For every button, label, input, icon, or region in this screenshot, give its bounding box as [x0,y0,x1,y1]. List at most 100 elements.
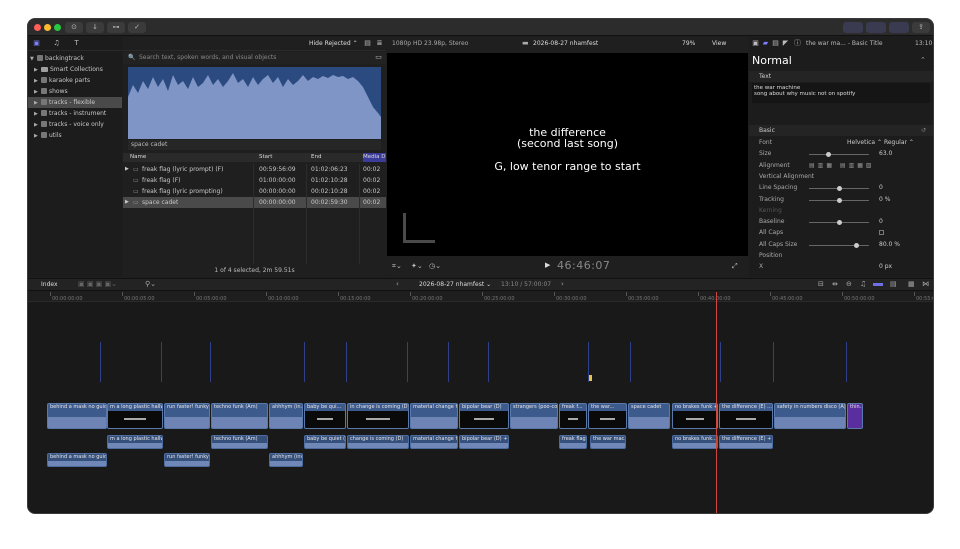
disclosure-closed-icon[interactable]: ▶ [34,98,41,108]
param-value[interactable]: 63.0 [879,150,892,157]
slider-knob[interactable] [825,152,831,158]
effects-browser-icon[interactable]: ▦ [908,280,915,288]
column-media[interactable]: Media D [363,153,386,162]
primary-clip[interactable]: m a long plastic hallw... [107,403,163,429]
primary-clip[interactable]: techno funk (Am) [211,403,268,429]
param-slider[interactable] [809,186,869,192]
disclosure-closed-icon[interactable]: ▶ [34,131,41,141]
slider-knob[interactable] [837,186,842,192]
transitions-browser-icon[interactable]: ⋈ [922,280,929,288]
library-item[interactable]: ▶ karaoke parts [28,75,122,86]
video-inspector-icon[interactable]: ▣ [752,40,759,47]
clip-row[interactable]: ▶ freak flag (lyric prompt) (F) 00:59:56:0… [123,164,386,175]
inspector-toggle-icon[interactable] [889,22,909,33]
import-icon[interactable]: ↓ [86,22,104,33]
audio-clip[interactable]: bipolar bear (D) + (... [459,435,509,449]
keywords-icon[interactable]: ⊶ [107,22,125,33]
param-value[interactable]: 0 [879,218,883,225]
param-value[interactable]: 0 % [879,196,890,203]
clip-row[interactable]: freak flag (F) 01:00:00:00 01:02:10:28 00:0… [123,175,386,186]
view-menu[interactable]: View [712,40,726,47]
audio-clip[interactable]: m a long plastic hallway [107,435,163,449]
connect-icon[interactable]: ▣ ▣ ▣ ▣⌄ [78,280,117,288]
column-end[interactable]: End [311,153,322,162]
style-menu-icon[interactable]: ⌃ [920,56,926,64]
primary-clip[interactable]: no brakes funk +... [672,403,718,429]
primary-clip[interactable]: space cadet [628,403,670,429]
browser-toggle-icon[interactable] [843,22,863,33]
audio-clip[interactable]: no brakes funk... [672,435,718,449]
headphones-icon[interactable]: ♫ [860,280,866,288]
alignment-icons[interactable]: ▤▥▦ ▤▥▦▧ [809,162,875,169]
param-slider[interactable] [809,197,869,203]
primary-clip[interactable]: safety in numbers disco (A) [774,403,846,429]
clip-appearance-timeline-icon[interactable]: ▤ [890,280,897,288]
library-item[interactable]: ▶ tracks - instrument [28,108,122,119]
primary-clip[interactable]: thin... [847,403,863,429]
audio-clip[interactable]: freak flag... [559,435,587,449]
param-value[interactable]: 0 [879,184,883,191]
audio-clip[interactable]: the war mac... [590,435,626,449]
param-value[interactable]: Helvetica ⌃ Regular ⌃ [847,139,914,146]
background-tasks-icon[interactable]: ⊙ [65,22,83,33]
video-canvas[interactable]: the difference (second last song) G, low… [387,53,748,256]
all-caps-checkbox[interactable] [879,230,884,236]
audio-clip[interactable]: material change f... [410,435,458,449]
play-icon[interactable]: ▶ [545,261,550,269]
audio-skimming-icon[interactable]: ⊟ [818,280,824,288]
primary-clip[interactable]: the difference (E) ... [719,403,773,429]
minimize-window-button[interactable] [44,24,51,31]
select-tool-icon[interactable]: ⚲⌄ [145,280,156,288]
snapping-icon[interactable]: ⇹ [832,280,838,288]
fullscreen-icon[interactable]: ⤢ [732,262,738,271]
disclosure-closed-icon[interactable]: ▶ [34,76,41,86]
library-item[interactable]: ▶ shows [28,86,122,97]
list-view-icon[interactable]: ≣ [376,40,383,47]
param-value[interactable]: 80.0 % [879,241,900,248]
clip-appearance-icon[interactable]: ▤ [364,40,371,47]
library-item[interactable]: ▶ tracks - flexible [28,97,122,108]
zoom-window-button[interactable] [54,24,61,31]
text-inspector-icon[interactable]: ▤ [772,40,779,47]
audio-clip[interactable]: change is coming (D) [347,435,409,449]
param-slider[interactable] [809,242,869,248]
param-value[interactable]: 0 px [879,263,892,270]
style-name[interactable]: Normal [752,54,792,67]
disclosure-closed-icon[interactable]: ▶ [34,109,41,119]
speed-icon[interactable]: ◷⌄ [429,262,441,270]
disclosure-open-icon[interactable]: ▼ [30,54,37,64]
primary-clip[interactable]: behind a mask no guid... [47,403,107,429]
transform-icon[interactable]: ⌗⌄ [392,262,402,271]
primary-clip[interactable]: ahhhym (in... [269,403,303,429]
library-item[interactable]: ▶ tracks - voice only [28,119,122,130]
enhance-icon[interactable]: ✦⌄ [411,262,423,270]
slider-knob[interactable] [837,197,842,203]
clip-row[interactable]: ▶ space cadet 00:00:00:00 00:02:59:30 00:02 ▭ [123,197,386,208]
index-button[interactable]: Index [41,281,58,288]
timeline-project-name[interactable]: 2026-08-27 nhamfest ⌄ [419,281,491,288]
slider-knob[interactable] [837,220,842,226]
primary-clip[interactable]: baby be qui... [304,403,346,429]
param-slider[interactable] [809,152,869,158]
title-inspector-icon[interactable]: ▰ [762,40,769,47]
timeline-area[interactable]: 00:00:00:00 00:00:05:00 00:05:00:00 00:10:0… [28,292,933,513]
titles-generators-icon[interactable]: T [73,40,80,47]
timeline-toggle-icon[interactable] [866,22,886,33]
filter-icon[interactable]: ▭ [375,54,382,61]
param-slider[interactable] [809,220,869,226]
filmstrip-waveform[interactable] [128,67,381,139]
clip-row[interactable]: freak flag (lyric prompting) 00:00:00:00 0… [123,186,386,197]
column-start[interactable]: Start [259,153,273,162]
audio-clip[interactable]: run faster! funky (E) [164,453,210,467]
audio-clip[interactable]: behind a mask no guid... [47,453,107,467]
zoom-slider[interactable] [873,283,883,286]
search-input[interactable]: Search text, spoken words, and visual ob… [139,54,276,61]
audio-clip[interactable]: ahhhym (inv... [269,453,303,467]
primary-clip[interactable]: bipolar bear (D) [459,403,509,429]
zoom-menu[interactable]: 79% [682,40,695,47]
audio-clip[interactable]: the difference (E) + r... [719,435,773,449]
libraries-icon[interactable]: ▣ [33,40,40,47]
disclosure-closed-icon[interactable]: ▶ [34,87,41,97]
photos-audio-icon[interactable]: ♫ [53,40,60,47]
history-forward-icon[interactable]: › [561,280,564,288]
